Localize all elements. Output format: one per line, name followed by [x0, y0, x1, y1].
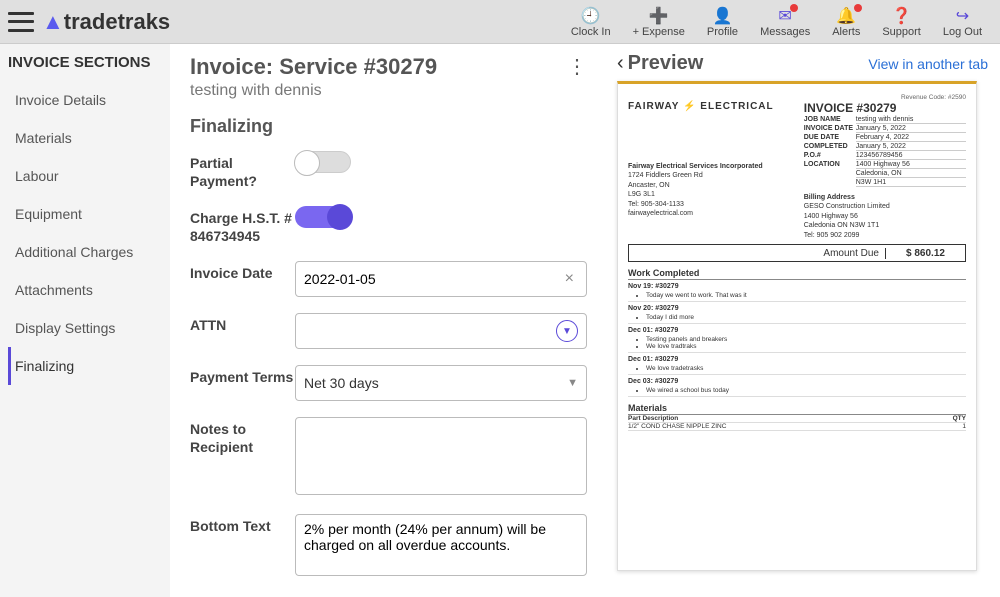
partial-payment-toggle[interactable] [295, 151, 351, 173]
view-in-new-tab-link[interactable]: View in another tab [868, 56, 988, 72]
add-expense-icon: ➕ [649, 6, 669, 26]
sidebar-item-finalizing[interactable]: Finalizing [8, 347, 162, 385]
charge-hst-toggle[interactable] [295, 206, 351, 228]
sidebar-item-display-settings[interactable]: Display Settings [8, 309, 162, 347]
attn-input[interactable] [304, 323, 556, 339]
sidebar-item-attachments[interactable]: Attachments [8, 271, 162, 309]
more-options-icon[interactable]: ⋮ [567, 54, 587, 79]
back-chevron-icon[interactable]: ‹ [617, 52, 624, 75]
invoice-preview-document: Revenue Code: #2590 FAIRWAY ⚡ ELECTRICAL… [617, 81, 977, 571]
attn-dropdown-icon[interactable]: ▼ [556, 320, 578, 342]
payment-terms-label: Payment Terms [190, 365, 295, 387]
attn-label: ATTN [190, 313, 295, 335]
payment-terms-select[interactable]: Net 30 days ▼ [295, 365, 587, 401]
sidebar-item-additional-charges[interactable]: Additional Charges [8, 233, 162, 271]
invoice-date-label: Invoice Date [190, 261, 295, 283]
page-subtitle: testing with dennis [190, 82, 437, 100]
top-action-logout[interactable]: ↪Log Out [943, 6, 982, 38]
profile-icon: 👤 [713, 6, 733, 26]
invoice-date-input[interactable] [304, 271, 561, 287]
top-action-clock-in[interactable]: 🕘Clock In [571, 6, 611, 38]
chevron-down-icon: ▼ [567, 377, 578, 389]
sidebar-item-equipment[interactable]: Equipment [8, 195, 162, 233]
sidebar-item-invoice-details[interactable]: Invoice Details [8, 81, 162, 119]
clock-in-icon: 🕘 [581, 6, 601, 26]
notes-label: Notes to Recipient [190, 417, 295, 456]
charge-hst-label: Charge H.S.T. # 846734945 [190, 206, 295, 245]
logout-icon: ↪ [956, 6, 969, 26]
amount-due-value: $ 860.12 [885, 248, 965, 259]
bottom-text-label: Bottom Text [190, 514, 295, 536]
sidebar-item-materials[interactable]: Materials [8, 119, 162, 157]
page-title: Invoice: Service #30279 [190, 54, 437, 80]
sidebar-item-labour[interactable]: Labour [8, 157, 162, 195]
payment-terms-value: Net 30 days [304, 375, 379, 391]
clear-date-icon[interactable]: × [561, 270, 578, 288]
brand-logo: ▲tradetraks [42, 9, 170, 35]
invoice-company-logo: FAIRWAY ⚡ ELECTRICAL [628, 101, 804, 112]
support-icon: ❓ [892, 6, 912, 26]
bottom-text-textarea[interactable]: 2% per month (24% per annum) will be cha… [295, 514, 587, 576]
alerts-icon: 🔔 [836, 6, 856, 26]
preview-heading: Preview [628, 52, 704, 75]
messages-icon: ✉ [778, 6, 791, 26]
notes-textarea[interactable] [295, 417, 587, 495]
invoice-number-heading: INVOICE #30279 [804, 101, 966, 115]
top-action-support[interactable]: ❓Support [882, 6, 921, 38]
top-action-add-expense[interactable]: ➕+ Expense [633, 6, 685, 38]
partial-payment-label: Partial Payment? [190, 151, 295, 190]
top-action-profile[interactable]: 👤Profile [707, 6, 738, 38]
section-heading: Finalizing [190, 116, 587, 137]
top-action-alerts[interactable]: 🔔Alerts [832, 6, 860, 38]
top-action-messages[interactable]: ✉Messages [760, 6, 810, 38]
menu-icon[interactable] [8, 12, 34, 32]
sidebar-heading: INVOICE SECTIONS [8, 54, 162, 71]
